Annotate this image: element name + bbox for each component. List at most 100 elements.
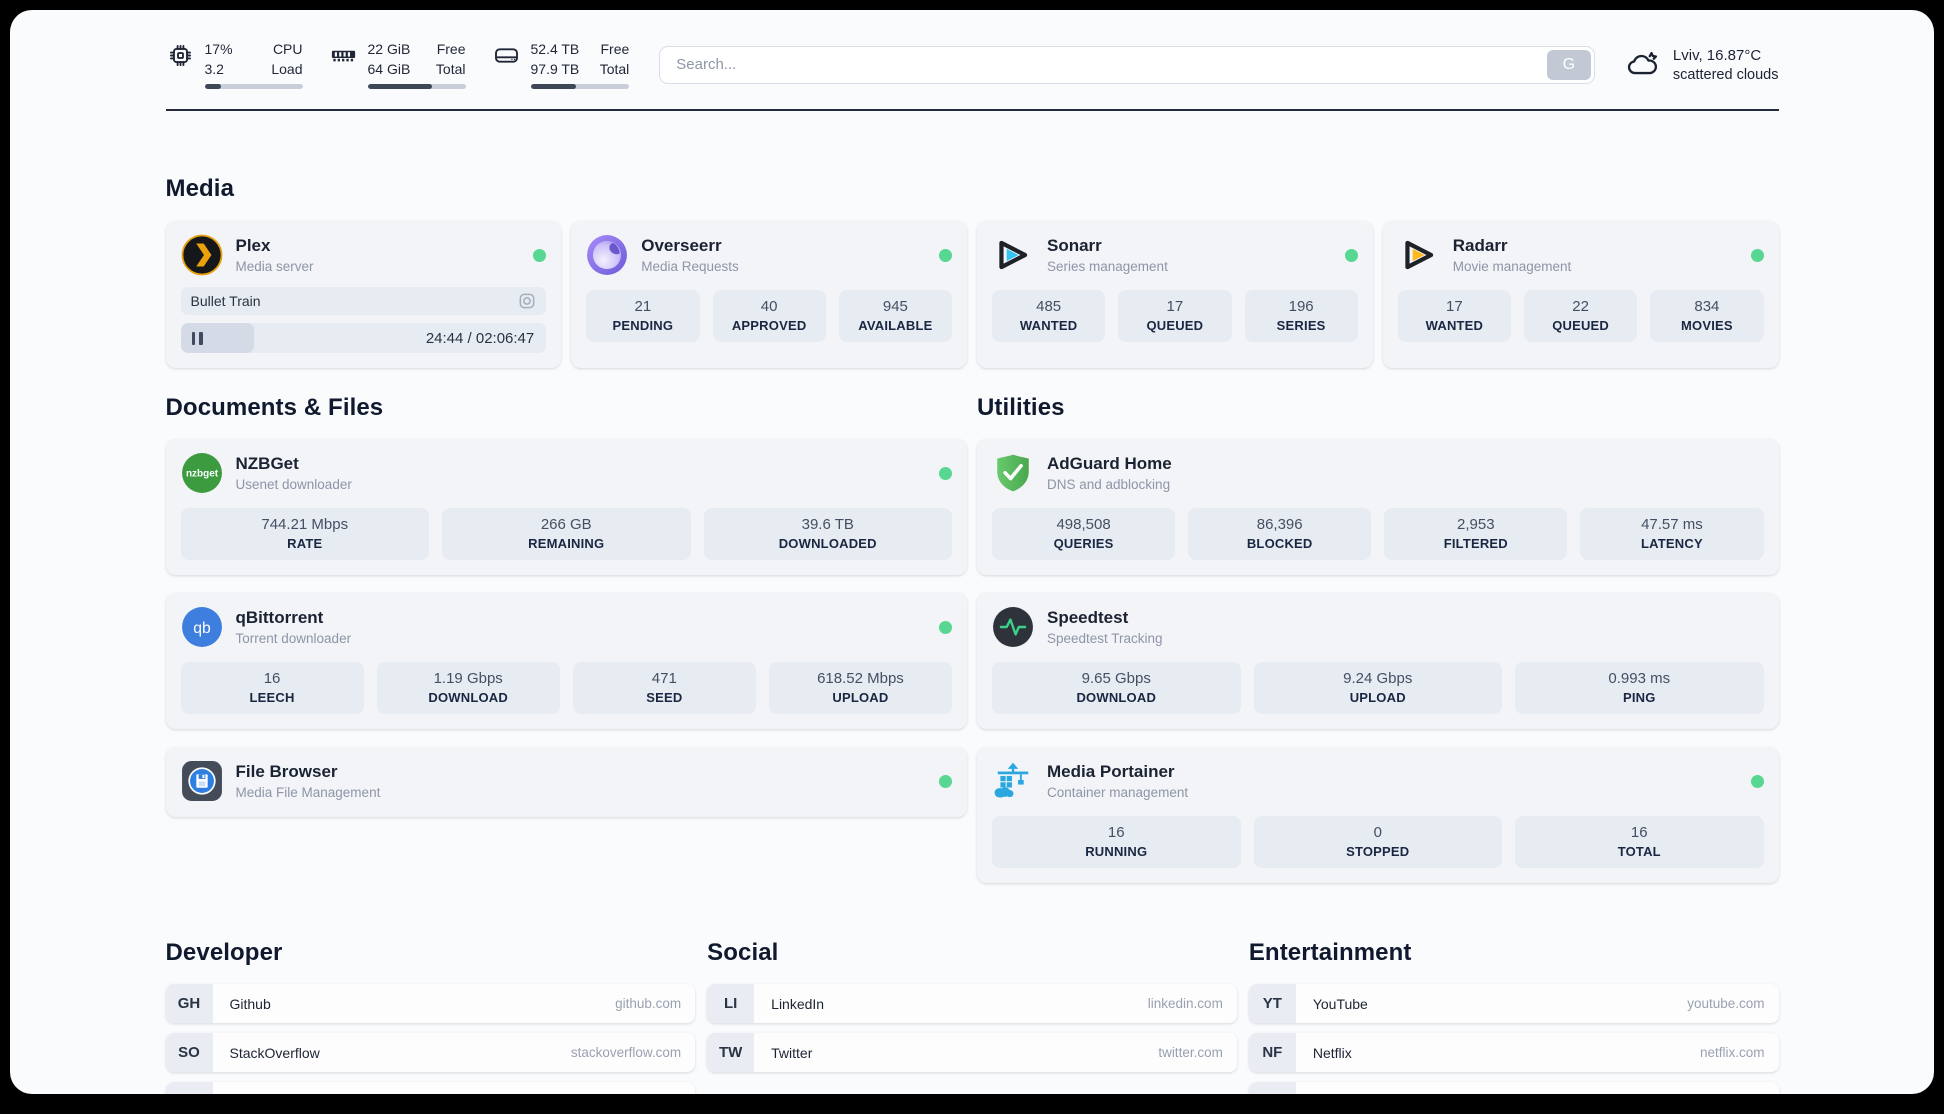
section-title-entertainment: Entertainment: [1249, 939, 1779, 967]
bookmark-url: stackoverflow.com: [571, 1045, 681, 1060]
bookmark-name: StackOverflow: [230, 1045, 320, 1061]
cpu-icon: [166, 41, 195, 70]
stat-label: AVAILABLE: [843, 318, 948, 333]
stat-box-wanted: 485 WANTED: [992, 290, 1105, 342]
disk-progress-bar: [531, 84, 630, 89]
section-title-developer: Developer: [166, 939, 696, 967]
disk-labels: FreeTotal: [595, 40, 629, 79]
bookmark-abbr: RE: [1249, 1082, 1296, 1094]
app-card-qbittorrent: qb qBittorrent Torrent downloader 16LEECH 1.…: [166, 593, 968, 729]
dashboard-page: 17%3.2CPULoad22 GiB64 GiBFreeTotal52.4 T…: [10, 10, 1934, 1094]
bookmark-netflix[interactable]: NFNetflixnetflix.com: [1249, 1033, 1779, 1072]
system-stat-ram: 22 GiB64 GiBFreeTotal: [329, 40, 466, 89]
camera-icon[interactable]: [518, 292, 536, 310]
bookmark-abbr: GH: [166, 984, 213, 1023]
cpu-values: 17%3.2: [205, 40, 253, 79]
app-title: qBittorrent: [236, 608, 352, 628]
system-stats: 17%3.2CPULoad22 GiB64 GiBFreeTotal52.4 T…: [166, 40, 630, 89]
status-dot: [939, 249, 952, 262]
stat-value: 485: [996, 298, 1101, 315]
radarr-icon[interactable]: [1398, 234, 1440, 276]
status-dot: [1345, 249, 1358, 262]
app-subtitle: Torrent downloader: [236, 631, 352, 646]
stat-value: 618.52 Mbps: [773, 670, 948, 687]
now-playing-title: Bullet Train: [191, 293, 519, 309]
stat-value: 16: [1519, 824, 1760, 841]
bookmark-github[interactable]: GH Github github.com: [166, 984, 696, 1023]
nzbget-icon[interactable]: nzbget: [181, 452, 223, 494]
bookmark-abbr: SO: [166, 1033, 213, 1072]
stat-value: 9.24 Gbps: [1258, 670, 1499, 687]
stat-box-filtered: 2,953FILTERED: [1384, 508, 1567, 560]
stat-value: 17: [1402, 298, 1507, 315]
bookmark-url: github.com: [615, 996, 681, 1011]
plex-icon[interactable]: [181, 234, 223, 276]
bookmarks-entertainment: Entertainment YTYouTubeyoutube.com NFNetfl…: [1249, 939, 1779, 1094]
stat-label: BLOCKED: [1192, 536, 1367, 551]
stat-label: WANTED: [1402, 318, 1507, 333]
stat-box-total: 16TOTAL: [1515, 816, 1764, 868]
bookmark-url: youtube.com: [1687, 996, 1764, 1011]
app-title: Media Portainer: [1047, 762, 1188, 782]
ram-progress-bar: [368, 84, 466, 89]
bookmark-abbr: NF: [1249, 1033, 1296, 1072]
stat-box-seed: 471SEED: [573, 662, 756, 714]
bookmark-name: Twitter: [771, 1045, 812, 1061]
stat-label: QUEUED: [1528, 318, 1633, 333]
stat-box-queued: 22 QUEUED: [1524, 290, 1637, 342]
stat-label: STOPPED: [1258, 844, 1499, 859]
bookmark-reddit[interactable]: RERedditreddit.com: [1249, 1082, 1779, 1094]
bookmark-youtube[interactable]: YTYouTubeyoutube.com: [1249, 984, 1779, 1023]
portainer-icon[interactable]: [992, 760, 1034, 802]
playback-progress[interactable]: 24:44 / 02:06:47: [181, 323, 547, 353]
stat-value: 1.19 Gbps: [381, 670, 556, 687]
bookmark-name: Github: [230, 996, 271, 1012]
sonarr-icon[interactable]: [992, 234, 1034, 276]
speedtest-icon[interactable]: [992, 606, 1034, 648]
stat-label: WANTED: [996, 318, 1101, 333]
app-card-nzbget: nzbgetNZBGetUsenet downloader744.21 Mbps…: [166, 439, 968, 575]
cloud-icon: [1625, 47, 1661, 83]
bookmark-stackoverflow[interactable]: SO StackOverflow stackoverflow.com: [166, 1033, 696, 1072]
system-stat-disk: 52.4 TB97.9 TBFreeTotal: [492, 40, 630, 89]
status-dot: [939, 467, 952, 480]
bookmark-abbr: DT: [166, 1082, 213, 1094]
stat-value-line: 52.4 TB: [531, 40, 580, 60]
bookmark-twitter[interactable]: TWTwittertwitter.com: [707, 1033, 1237, 1072]
stat-box-downloaded: 39.6 TBDOWNLOADED: [704, 508, 953, 560]
stat-value: 21: [590, 298, 695, 315]
stat-value: 196: [1249, 298, 1354, 315]
bookmark-dev[interactable]: DTDEVdev.to: [166, 1082, 696, 1094]
filebrowser-icon[interactable]: [181, 760, 223, 802]
stat-value: 2,953: [1388, 516, 1563, 533]
bookmark-linkedin[interactable]: LILinkedInlinkedin.com: [707, 984, 1237, 1023]
app-subtitle: Movie management: [1453, 259, 1572, 274]
app-title: NZBGet: [236, 454, 352, 474]
app-title: Speedtest: [1047, 608, 1163, 628]
stat-value: 22: [1528, 298, 1633, 315]
disk-icon: [492, 41, 521, 70]
qbittorrent-icon[interactable]: qb: [181, 606, 223, 648]
stat-box-latency: 47.57 msLATENCY: [1580, 508, 1763, 560]
stat-label: RATE: [185, 536, 426, 551]
stat-label: LEECH: [185, 690, 360, 705]
ram-icon: [329, 41, 358, 70]
adguard-icon[interactable]: [992, 452, 1034, 494]
overseerr-icon[interactable]: [586, 234, 628, 276]
app-title: AdGuard Home: [1047, 454, 1172, 474]
section-title-documents-files: Documents & Files: [166, 394, 968, 422]
stat-box-leech: 16LEECH: [181, 662, 364, 714]
status-dot: [939, 621, 952, 634]
cpu-progress-fill: [205, 84, 222, 89]
stat-box-wanted: 17 WANTED: [1398, 290, 1511, 342]
search-input[interactable]: [659, 46, 1595, 84]
stat-value: 39.6 TB: [708, 516, 949, 533]
ram-progress-fill: [368, 84, 433, 89]
svg-text:qb: qb: [193, 620, 211, 637]
app-subtitle: Media Requests: [641, 259, 739, 274]
search-engine-button[interactable]: G: [1547, 50, 1591, 80]
stat-box-available: 945AVAILABLE: [839, 290, 952, 342]
app-subtitle: Media File Management: [236, 785, 381, 800]
stat-label-line: Free: [432, 40, 466, 60]
status-dot: [533, 249, 546, 262]
